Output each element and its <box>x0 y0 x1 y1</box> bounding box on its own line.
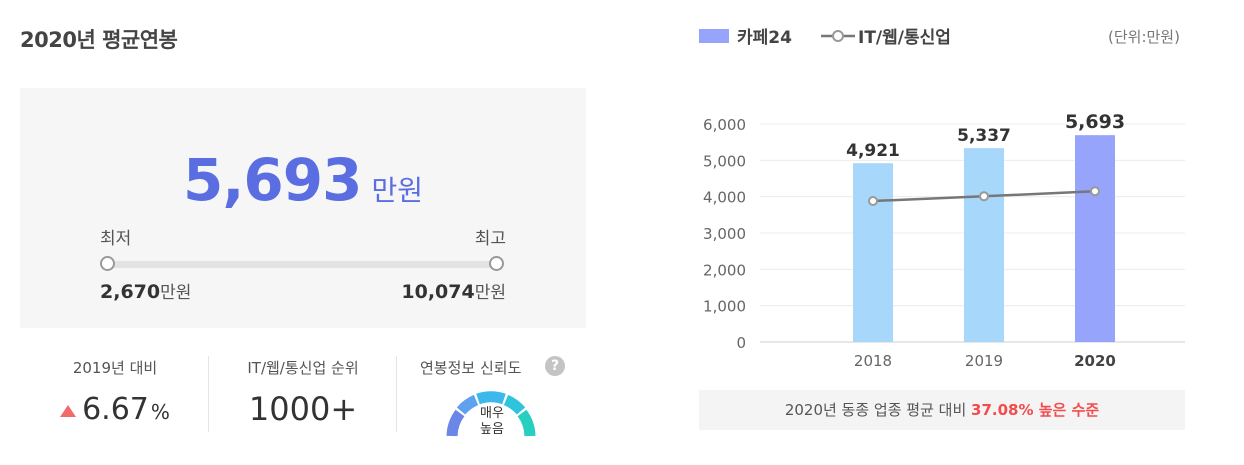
average-salary-panel: 5,693 만원 최저 최고 2,670만원 10,074만원 <box>20 88 586 328</box>
comparison-note-highlight: 37.08% 높은 수준 <box>971 401 1100 419</box>
bar-value-label: 4,921 <box>846 141 900 161</box>
legend-industry-swatch <box>821 30 855 42</box>
average-salary-unit: 만원 <box>371 174 423 207</box>
comparison-note: 2020년 동종 업종 평균 대비 37.08% 높은 수준 <box>699 390 1185 430</box>
comparison-note-text: 2020년 동종 업종 평균 대비 <box>784 401 967 419</box>
industry-point <box>1090 186 1100 197</box>
unit-note: (단위:만원) <box>1108 28 1180 46</box>
gauge-segment <box>517 409 536 437</box>
up-triangle-icon <box>60 405 77 417</box>
min-salary-value: 2,670 <box>100 281 161 303</box>
max-salary-unit: 만원 <box>474 283 506 303</box>
yoy-unit: % <box>150 400 170 424</box>
gauge-segment <box>476 391 506 405</box>
legend-company-swatch <box>699 29 729 43</box>
help-icon[interactable]: ? <box>545 356 565 376</box>
average-salary-value: 5,693 <box>183 146 362 214</box>
gauge-segment <box>456 394 479 415</box>
rank-value: 1000+ <box>248 390 358 428</box>
y-tick-label: 2,000 <box>703 261 746 279</box>
reliability-label: 연봉정보 신뢰도 <box>420 359 522 377</box>
x-tick-label: 2020 <box>1074 352 1116 370</box>
page-title: 2020년 평균연봉 <box>20 28 178 52</box>
reliability-gauge: 매우 높음 <box>446 391 536 437</box>
yoy-change: 6.67% <box>20 392 210 427</box>
rank-label: IT/웹/통신업 순위 <box>247 359 359 377</box>
average-salary: 5,693 만원 <box>20 146 586 214</box>
bar <box>1075 135 1115 342</box>
max-salary-value: 10,074 <box>401 281 475 303</box>
yoy-value: 6.67 <box>82 392 149 427</box>
reliability-value-line1: 매우 <box>480 406 504 421</box>
salary-chart: 6,000 5,000 4,000 3,000 2,000 1,000 0 4,921 2018… <box>703 111 1185 370</box>
y-tick-label: 1,000 <box>703 298 746 316</box>
stats-divider <box>396 356 397 432</box>
max-label: 최고 <box>474 229 506 249</box>
bar <box>853 163 893 342</box>
y-tick-label: 6,000 <box>703 116 746 134</box>
gauge-segment <box>446 409 465 437</box>
reliability-value-line2: 높음 <box>480 422 504 437</box>
min-salary-unit: 만원 <box>160 283 192 303</box>
industry-point <box>979 191 989 202</box>
bar <box>964 148 1004 342</box>
yoy-label: 2019년 대비 <box>72 359 158 377</box>
min-knob <box>100 256 115 271</box>
industry-point <box>868 196 878 207</box>
legend-company-label: 카페24 <box>737 28 792 48</box>
x-tick-label: 2019 <box>965 352 1003 370</box>
min-label: 최저 <box>100 229 132 249</box>
stats-divider <box>208 356 209 432</box>
max-salary: 10,074만원 <box>320 278 506 303</box>
x-tick-label: 2018 <box>854 352 892 370</box>
y-tick-label: 0 <box>736 334 746 352</box>
gauge-segment <box>503 394 526 415</box>
max-knob <box>489 256 504 271</box>
y-tick-label: 3,000 <box>703 225 746 243</box>
y-tick-label: 4,000 <box>703 189 746 207</box>
bar-value-label: 5,337 <box>957 126 1011 146</box>
salary-range-track <box>108 261 498 268</box>
min-salary: 2,670만원 <box>100 278 191 303</box>
legend-industry-label: IT/웹/통신업 <box>858 28 951 48</box>
bar-value-label: 5,693 <box>1065 111 1125 133</box>
y-tick-label: 5,000 <box>703 152 746 170</box>
